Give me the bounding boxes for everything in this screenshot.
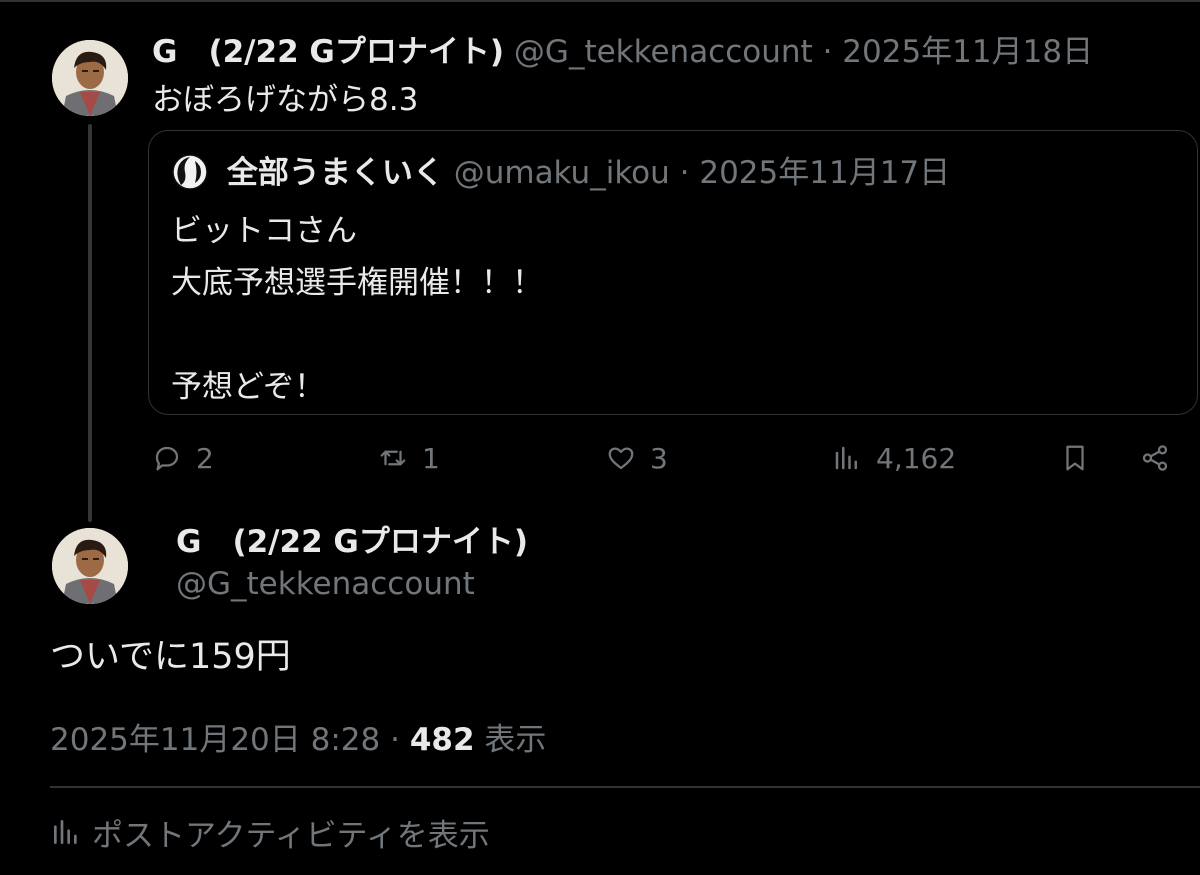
quoted-text-line: 予想どぞ！: [171, 369, 326, 405]
quoted-author-handle: @umaku_ikou: [453, 155, 670, 191]
meta-separator: ·: [679, 155, 690, 191]
reply-button[interactable]: 2: [152, 438, 214, 478]
heart-icon: [608, 447, 634, 470]
retweet-button[interactable]: 1: [378, 438, 440, 478]
main-author-display-name[interactable]: G (2/22 Gプロナイト): [176, 522, 528, 562]
author-avatar[interactable]: [52, 40, 128, 116]
main-tweet-header: G (2/22 Gプロナイト) @G_tekkenaccount: [176, 522, 528, 606]
quoted-text-line: [171, 309, 543, 361]
tweet-date[interactable]: 2025年11月18日: [842, 34, 1093, 70]
share-button[interactable]: [1140, 438, 1170, 478]
quoted-tweet-text: ビットコさん 大底予想選手権開催！！！ 予想どぞ！: [171, 205, 543, 413]
views-icon: [835, 446, 857, 470]
bookmark-button[interactable]: [1060, 438, 1090, 478]
main-tweet-text: ついでに159円: [50, 637, 291, 677]
tweet-thread: G (2/22 Gプロナイト) @G_tekkenaccount · 2025年…: [0, 0, 1200, 875]
quoted-text-line: 大底予想選手権開催！！！: [171, 265, 543, 301]
like-count: 3: [650, 441, 668, 475]
retweet-icon: [380, 450, 406, 466]
top-divider: [0, 0, 1200, 2]
meta-separator: ·: [822, 34, 833, 70]
post-activity-link[interactable]: ポストアクティビティを表示: [50, 810, 490, 854]
main-tweet-view-count: 482: [409, 722, 475, 758]
main-tweet-meta: 2025年11月20日 8:28 · 482 表示: [50, 718, 546, 762]
share-icon: [1142, 445, 1168, 471]
quoted-author-avatar: [171, 153, 209, 191]
reply-tweet-text: おぼろげながら8.3: [152, 82, 419, 118]
tweet-action-bar: 2 1 3 4,162: [0, 438, 1200, 478]
reply-icon: [155, 446, 179, 471]
chart-icon: [54, 820, 77, 844]
meta-separator: ·: [390, 722, 400, 758]
quoted-text-line: ビットコさん: [171, 213, 357, 249]
main-tweet-views-label: 表示: [484, 722, 547, 758]
quoted-tweet-date: 2025年11月17日: [699, 155, 951, 191]
section-divider: [50, 786, 1200, 788]
author-handle[interactable]: @G_tekkenaccount: [514, 34, 813, 70]
post-activity-label: ポストアクティビティを表示: [92, 817, 490, 854]
bookmark-icon: [1066, 445, 1084, 471]
main-tweet-timestamp[interactable]: 2025年11月20日 8:28: [50, 722, 380, 758]
quoted-author-name: 全部うまくいく: [226, 155, 444, 191]
like-button[interactable]: 3: [606, 438, 668, 478]
views-button[interactable]: 4,162: [832, 438, 956, 478]
retweet-count: 1: [422, 441, 440, 475]
main-author-handle[interactable]: @G_tekkenaccount: [176, 562, 528, 606]
reply-count: 2: [196, 441, 214, 475]
main-author-avatar[interactable]: [52, 528, 128, 604]
quoted-tweet-header: 全部うまくいく @umaku_ikou · 2025年11月17日: [171, 153, 950, 193]
reply-tweet-header: G (2/22 Gプロナイト) @G_tekkenaccount · 2025年…: [152, 32, 1093, 72]
quoted-tweet-card[interactable]: 全部うまくいく @umaku_ikou · 2025年11月17日 ビットコさん…: [148, 130, 1198, 415]
author-display-name[interactable]: G (2/22 Gプロナイト): [152, 34, 504, 70]
view-count: 4,162: [876, 441, 957, 475]
